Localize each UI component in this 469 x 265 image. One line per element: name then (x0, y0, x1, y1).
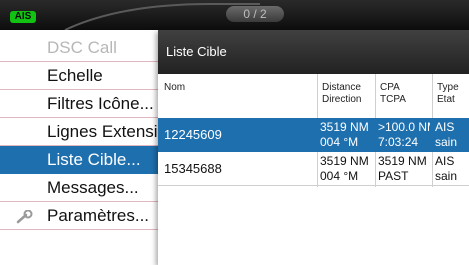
cell-name: 12245609 (164, 127, 222, 142)
column-header-type[interactable]: Type Etat (437, 82, 459, 106)
table-row[interactable]: 15345688 3519 NM 004 °M 3519 NM PAST AIS… (158, 152, 469, 186)
menu-item-label: Messages... (47, 178, 139, 197)
column-header-cpa[interactable]: CPA TCPA (380, 82, 406, 106)
menu-item-messages[interactable]: Messages... (0, 174, 170, 202)
table-row[interactable]: 12245609 3519 NM 004 °M >100.0 NM 7:03:2… (158, 118, 469, 152)
wrench-icon (16, 210, 33, 224)
cell-type: AIS sain (435, 120, 458, 149)
menu-item-lignes-extension[interactable]: Lignes Extensio (0, 118, 170, 146)
target-list-dialog: Liste Cible Nom Distance Direction CPA T… (158, 30, 469, 265)
cell-type: AIS sain (435, 154, 458, 183)
cell-cpa: >100.0 NM 7:03:24 (378, 120, 430, 149)
menu-item-liste-cible[interactable]: Liste Cible... (0, 146, 170, 174)
cell-distance: 3519 NM 004 °M (320, 154, 369, 183)
menu-item-dsc-call: DSC Call (0, 34, 170, 62)
menu-item-echelle[interactable]: Echelle (0, 62, 170, 90)
dialog-title: Liste Cible (158, 30, 469, 74)
table-header: Nom Distance Direction CPA TCPA Type Eta… (158, 74, 469, 118)
page-indicator: 0 / 2 (226, 6, 284, 22)
menu-item-parametres[interactable]: Paramètres... (0, 202, 170, 230)
menu-panel: DSC Call Echelle Filtres Icône... Lignes… (0, 30, 170, 265)
column-header-nom[interactable]: Nom (164, 82, 185, 94)
menu-item-label: Filtres Icône... (47, 94, 154, 113)
menu-item-label: Liste Cible... (47, 150, 141, 169)
menu-item-filtres-icone[interactable]: Filtres Icône... (0, 90, 170, 118)
ais-badge: AIS (10, 11, 36, 23)
cell-distance: 3519 NM 004 °M (320, 120, 369, 149)
cell-name: 15345688 (164, 161, 222, 176)
column-header-distance[interactable]: Distance Direction (322, 82, 361, 106)
menu-item-label: Echelle (47, 66, 103, 85)
cell-cpa: 3519 NM PAST (378, 154, 427, 183)
menu-item-label: Paramètres... (47, 206, 150, 225)
top-bar: AIS 0 / 2 (0, 0, 469, 30)
menu-item-label: Lignes Extensio (47, 122, 168, 141)
menu-item-label: DSC Call (47, 38, 117, 57)
